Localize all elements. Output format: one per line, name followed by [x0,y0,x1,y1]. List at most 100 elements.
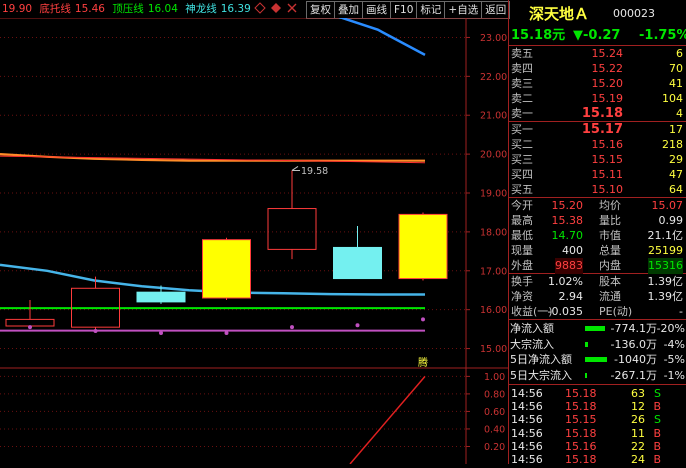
stat-label: 流通 [599,290,621,303]
mark-button[interactable]: 标记 [416,1,445,19]
flow-row: 大宗流入 -136.0万 -4% [509,337,686,353]
settings-icon[interactable] [270,2,282,17]
y-tick-label: 17.00 [480,266,507,277]
legend-dragon-label: 神龙线 [185,3,217,15]
stat-value: 2.94 [558,290,584,303]
draw-line-button[interactable]: 画线 [362,1,390,19]
sell-volume: 6 [676,47,683,60]
buy-level-label: 买五 [511,183,533,196]
legend-bottom-support-value: 15.46 [74,3,105,15]
candle-body [333,246,382,280]
y-tick-label: 18.00 [480,227,507,238]
stat-label: 均价 [599,199,621,212]
close-icon[interactable] [286,2,298,17]
legend-top-pressure-value: 16.04 [147,3,178,15]
stat-row: 今开 15.20 均价 15.07 [509,198,686,214]
sell-row: 卖四 15.22 70 [509,61,686,77]
stat-value: 1.39亿 [647,275,684,288]
stat-value: -0.035 [547,305,583,318]
indicator-line [349,375,426,464]
stat-label: 最低 [511,229,533,242]
buy-price: 15.16 [591,138,624,151]
flow-label: 5日大宗流入 [510,368,572,382]
fundamental-row: 换手 1.02% 股本 1.39亿 [509,274,686,290]
y-tick-label: 23.00 [480,33,507,44]
stat-value: - [679,305,683,318]
sell-level-label: 卖二 [511,92,533,105]
lower-tick-label: 0.60 [484,407,505,418]
y-tick-label: 16.00 [480,305,507,316]
signal-dot [290,325,294,330]
overlay-button[interactable]: 叠加 [334,1,362,19]
f10-button[interactable]: F10 [390,1,417,19]
stat-value: 0.99 [658,214,684,227]
lower-tick-label: 0.20 [484,442,505,453]
sell-level-label: 卖一 [511,107,533,120]
stat-value: 15.07 [651,199,684,212]
flow-pct: -1% [663,368,685,382]
back-button[interactable]: 返回 [481,1,511,19]
stat-row: 外盘 9883 内盘 15316 [509,258,686,274]
stat-row: 最高 15.38 量比 0.99 [509,213,686,229]
stat-label: 量比 [599,214,621,227]
candlestick-chart[interactable]: 23.00 22.00 21.00 20.00 19.00 18.00 17.00 16.00… [0,18,508,464]
signal-dot [355,323,360,328]
y-tick-label: 15.00 [480,344,507,355]
flow-row: 5日大宗流入 -267.1万 -1% [509,368,686,384]
max-price-label: 19.58 [301,166,328,177]
signal-dot [93,329,98,334]
quote-panel: 深天地Ａ 000023 15.18元 ▼-0.27 -1.75% 卖五 15.24… [508,0,686,466]
indicator-legend: 19.90 底托线 15.46 顶压线 16.04 神龙线 16.39 [2,0,255,18]
stat-label: 今开 [511,199,533,212]
diamond-icon[interactable] [254,2,266,17]
buy-row: 买五 15.10 64 [509,182,686,198]
y-tick-label: 22.00 [480,72,507,83]
stat-value: 1.39亿 [647,290,684,303]
fundamental-row: 收益(一) -0.035 PE(动) - [509,304,686,320]
sell-level-label: 卖四 [511,62,533,75]
buy-price: 15.15 [591,153,624,166]
sell-volume: 41 [669,77,683,90]
buy-level-label: 买三 [511,153,533,166]
sell-volume: 4 [676,107,683,120]
sell-row: 卖二 15.19 104 [509,91,686,107]
add-watchlist-button[interactable]: +自选 [444,1,482,19]
stat-value: 15.20 [551,199,584,212]
stock-name: 深天地Ａ [529,5,590,23]
signal-dot [224,331,229,335]
sell-price: 15.24 [591,47,624,60]
buy-price: 15.10 [591,183,624,196]
x-axis-marker: 腾 [418,356,428,369]
flow-value: -1040万 [614,353,657,366]
flow-pct: -5% [663,353,685,366]
signal-dot [159,331,163,335]
buy-volume: 47 [669,168,683,181]
tick-time: 14:56 [511,453,543,466]
flow-pct: -4% [663,337,685,351]
candle-body [398,213,448,280]
stat-label: 最高 [511,214,533,227]
buy-volume: 17 [669,123,683,136]
sell-price: 15.18 [581,106,623,121]
stat-value: 15316 [648,258,683,274]
max-marker [291,166,300,171]
flow-value: -136.0万 [610,337,657,351]
stat-label: 净资 [511,290,533,303]
stat-value: 14.70 [551,229,584,242]
stat-value: 1.02% [548,275,583,288]
sell-level-label: 卖五 [511,47,533,60]
stat-label: 外盘 [511,259,533,272]
signal-dot [421,317,425,322]
y-tick-label: 21.00 [480,111,507,122]
buy-volume: 29 [669,153,683,166]
stat-label: 收益(一) [511,305,553,318]
sell-price: 15.20 [591,77,624,90]
candle-body [5,318,55,327]
tick-side: B [653,453,661,466]
lower-tick-label: 0.40 [484,424,505,435]
flow-bar [585,372,587,378]
restore-rights-button[interactable]: 复权 [306,1,334,19]
y-tick-label: 19.00 [480,189,507,200]
chart-toolbar: 复权 叠加 画线 F10 标记 +自选 返回 [306,0,511,19]
lower-tick-label: 1.00 [484,372,505,383]
